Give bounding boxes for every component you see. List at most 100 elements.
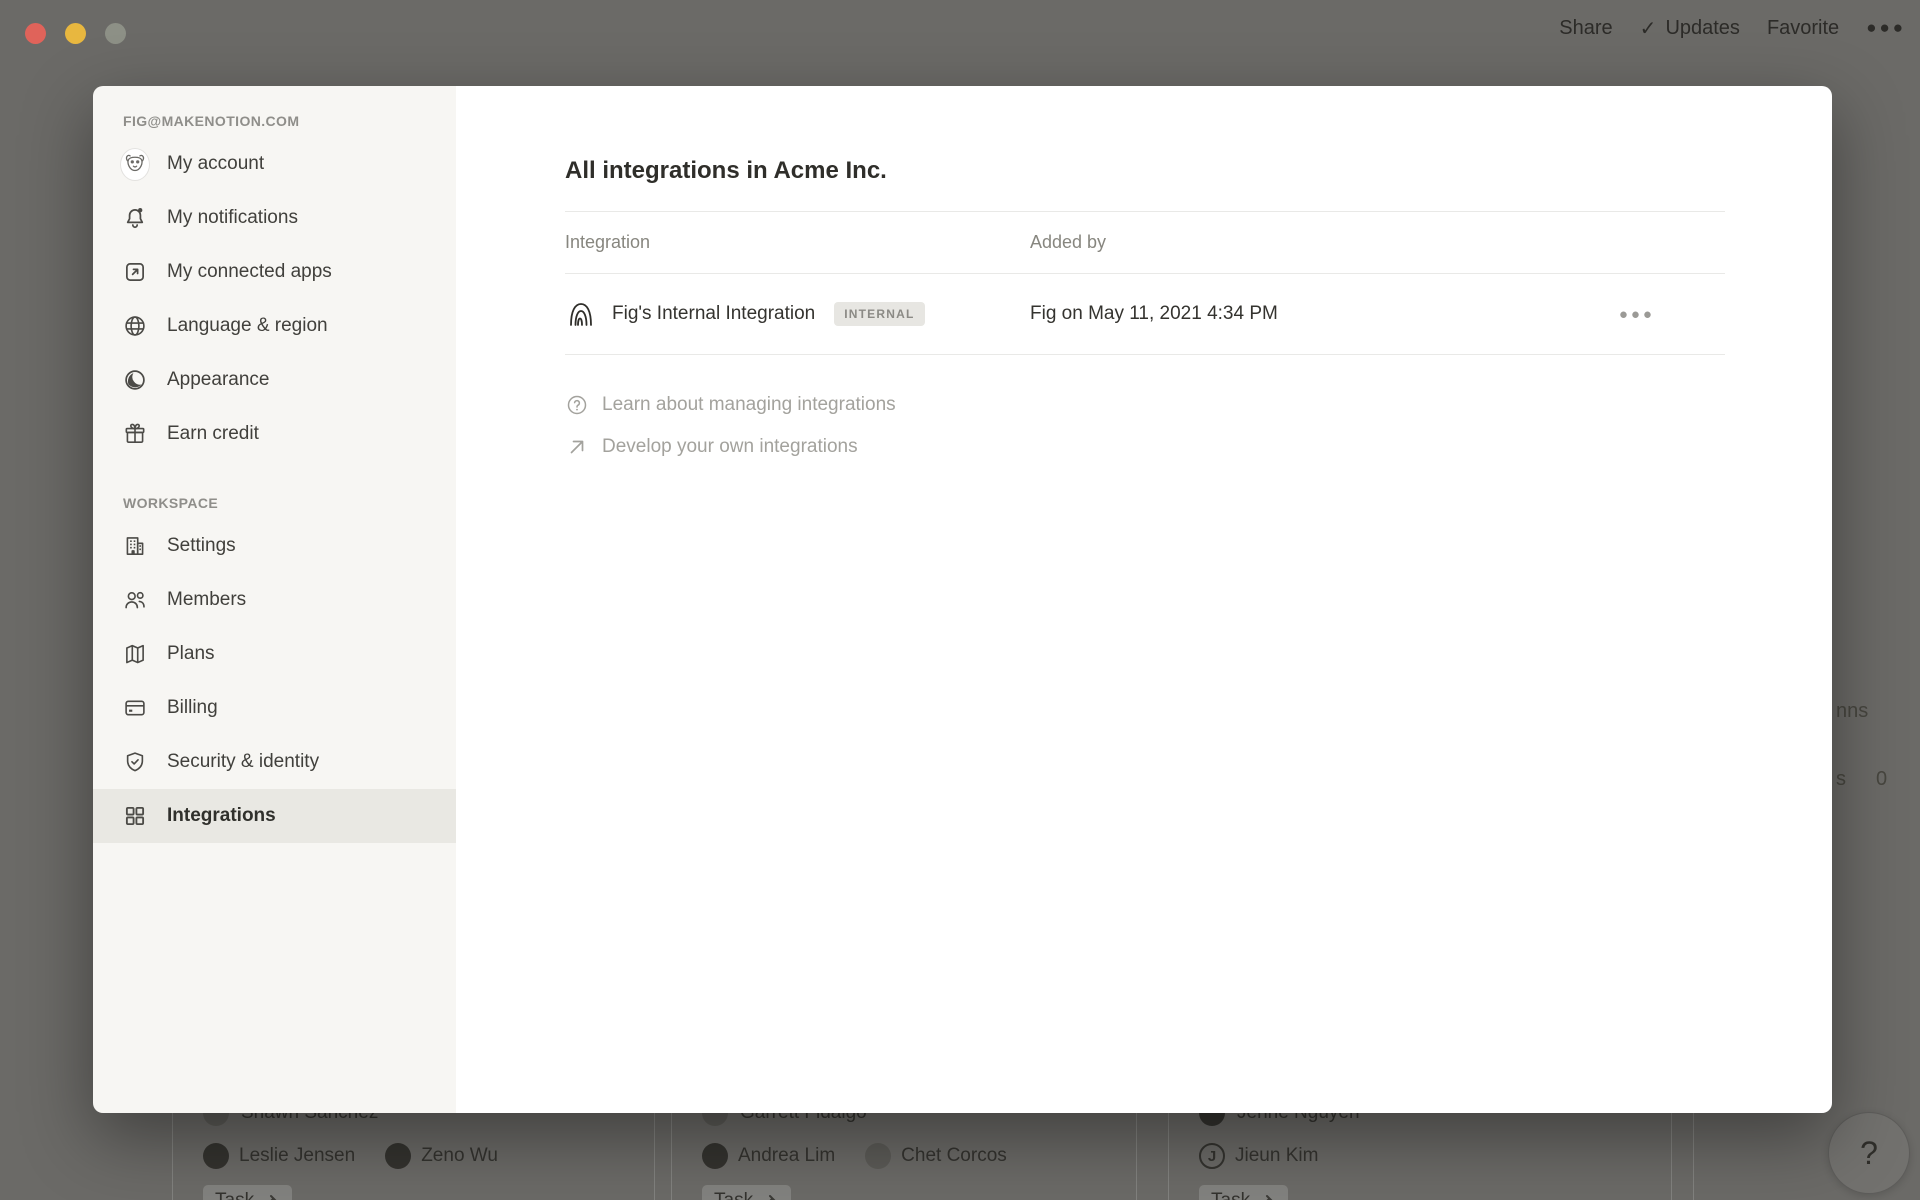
building-icon (121, 532, 149, 560)
sidebar-item-label: Plans (167, 643, 215, 665)
arrow-up-right-square-icon (121, 258, 149, 286)
fig-logo-icon (565, 298, 597, 330)
hammer-icon (761, 1192, 779, 1200)
close-button[interactable] (25, 23, 46, 44)
sidebar-item-appearance[interactable]: Appearance (93, 353, 456, 407)
board-member-row: Andrea Lim Chet Corcos (702, 1143, 1025, 1169)
settings-sidebar: FIG@MAKENOTION.COM My account (93, 86, 456, 1113)
sidebar-item-earn-credit[interactable]: Earn credit (93, 407, 456, 461)
minimize-button[interactable] (65, 23, 86, 44)
board-card: Jenne Nguyen J Jieun Kim Task (1168, 1113, 1672, 1200)
grid-squares-icon (121, 802, 149, 830)
task-chip: Task (702, 1185, 791, 1200)
integration-name: Fig's Internal Integration (612, 303, 815, 325)
sidebar-item-my-notifications[interactable]: My notifications (93, 191, 456, 245)
settings-modal: FIG@MAKENOTION.COM My account (93, 86, 1832, 1113)
member-name: Garrett Fidalgo (740, 1113, 867, 1124)
link-label: Develop your own integrations (602, 436, 858, 458)
footer-links: Learn about managing integrations Develo… (565, 384, 1832, 468)
arrow-up-right-icon (565, 435, 589, 459)
member-name: Jieun Kim (1235, 1145, 1318, 1167)
sidebar-item-language-region[interactable]: Language & region (93, 299, 456, 353)
sidebar-item-label: Members (167, 589, 246, 611)
avatar (702, 1113, 728, 1126)
sidebar-item-security-identity[interactable]: Security & identity (93, 735, 456, 789)
sidebar-item-integrations[interactable]: Integrations (93, 789, 456, 843)
sidebar-item-label: Billing (167, 697, 218, 719)
gift-icon (121, 420, 149, 448)
column-header-added-by: Added by (1030, 232, 1106, 253)
sidebar-item-my-connected-apps[interactable]: My connected apps (93, 245, 456, 299)
sidebar-item-billing[interactable]: Billing (93, 681, 456, 735)
internal-badge: INTERNAL (834, 302, 924, 326)
account-email-header: FIG@MAKENOTION.COM (123, 113, 456, 129)
avatar (1199, 1113, 1225, 1126)
sidebar-item-label: Earn credit (167, 423, 259, 445)
row-more-icon[interactable]: ●●● (1619, 306, 1725, 323)
integrations-table: Integration Added by Fig's Internal Inte… (565, 211, 1725, 355)
more-icon[interactable]: ●●● (1866, 18, 1906, 38)
member-name: Andrea Lim (738, 1145, 835, 1167)
background-board: Shawn Sanchez Leslie Jensen Zeno Wu Task… (0, 1113, 1920, 1200)
sidebar-item-members[interactable]: Members (93, 573, 456, 627)
table-row: Fig's Internal Integration INTERNAL Fig … (565, 273, 1725, 355)
sidebar-item-settings[interactable]: Settings (93, 519, 456, 573)
member-name: Chet Corcos (901, 1145, 1007, 1167)
updates-button[interactable]: ✓ Updates (1640, 16, 1740, 41)
share-button[interactable]: Share (1559, 17, 1612, 40)
shield-check-icon (121, 748, 149, 776)
help-circle-icon (565, 393, 589, 417)
board-member-row: Leslie Jensen Zeno Wu (203, 1143, 516, 1169)
user-avatar-icon (121, 150, 149, 178)
board-member-row: Garrett Fidalgo (702, 1113, 867, 1126)
bell-icon (121, 204, 149, 232)
task-label: Task (215, 1190, 254, 1200)
people-icon (121, 586, 149, 614)
sidebar-item-label: My account (167, 153, 264, 175)
avatar (865, 1143, 891, 1169)
sidebar-item-my-account[interactable]: My account (93, 137, 456, 191)
integrations-panel: All integrations in Acme Inc. Integratio… (456, 86, 1832, 1113)
board-member-row: Jenne Nguyen (1199, 1113, 1360, 1126)
develop-integrations-link[interactable]: Develop your own integrations (565, 426, 1832, 468)
table-header-row: Integration Added by (565, 211, 1725, 273)
task-label: Task (1211, 1190, 1250, 1200)
map-icon (121, 640, 149, 668)
sidebar-item-label: Security & identity (167, 751, 319, 773)
titlebar-actions: Share ✓ Updates Favorite ●●● (1559, 0, 1906, 56)
column-header-integration: Integration (565, 232, 1030, 253)
hammer-icon (1258, 1192, 1276, 1200)
member-name: Zeno Wu (421, 1145, 498, 1167)
avatar (203, 1113, 229, 1126)
avatar-initial: J (1199, 1143, 1225, 1169)
avatar (203, 1143, 229, 1169)
task-chip: Task (1199, 1185, 1288, 1200)
check-icon: ✓ (1640, 16, 1657, 41)
hammer-icon (262, 1192, 280, 1200)
learn-about-integrations-link[interactable]: Learn about managing integrations (565, 384, 1832, 426)
zoom-button[interactable] (105, 23, 126, 44)
traffic-lights (25, 23, 126, 44)
question-mark-icon: ? (1860, 1135, 1878, 1172)
board-member-row: Shawn Sanchez (203, 1113, 378, 1126)
share-label: Share (1559, 17, 1612, 40)
link-label: Learn about managing integrations (602, 394, 896, 416)
board-member-row: J Jieun Kim (1199, 1143, 1336, 1169)
count-value: 0 (1876, 768, 1887, 791)
member-name: Leslie Jensen (239, 1145, 355, 1167)
favorite-button[interactable]: Favorite (1767, 17, 1839, 40)
cut-text-fragment: nns (1836, 700, 1868, 723)
help-button[interactable]: ? (1828, 1112, 1910, 1194)
sidebar-item-plans[interactable]: Plans (93, 627, 456, 681)
credit-card-icon (121, 694, 149, 722)
workspace-section-header: WORKSPACE (123, 495, 456, 511)
member-name: Jenne Nguyen (1237, 1113, 1360, 1124)
sidebar-item-label: Settings (167, 535, 236, 557)
avatar (702, 1143, 728, 1169)
cut-text-fragment: s (1836, 768, 1846, 791)
member-name: Shawn Sanchez (241, 1113, 378, 1124)
avatar (385, 1143, 411, 1169)
sidebar-item-label: Language & region (167, 315, 328, 337)
task-chip: Task (203, 1185, 292, 1200)
favorite-label: Favorite (1767, 17, 1839, 40)
